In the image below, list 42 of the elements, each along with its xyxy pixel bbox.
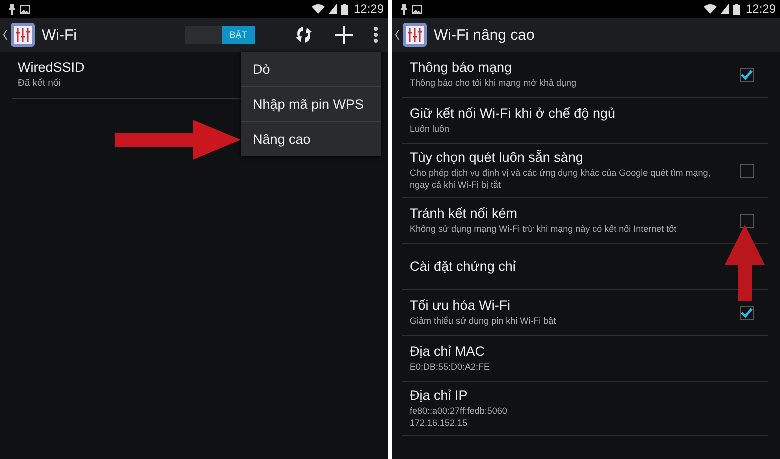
setting-summary: Cho phép dịch vụ định vị và các ứng dụng khác của Google quét tìm mạng, ngay cả khi Wi-Fi bị tắt xyxy=(410,167,712,191)
menu-item[interactable]: Nâng cao xyxy=(241,122,381,156)
battery-icon xyxy=(340,4,348,14)
checkbox[interactable] xyxy=(740,68,754,82)
wifi-icon xyxy=(704,4,717,14)
network-status: Đã kết nối xyxy=(18,78,61,89)
checkbox[interactable] xyxy=(740,306,754,320)
setting-summary: E0:DB:55:D0:A2:FE xyxy=(410,361,492,373)
status-time: 12:29 xyxy=(746,2,776,16)
setting-title[interactable]: Tối ưu hóa Wi-Fi xyxy=(410,298,511,313)
wifi-icon xyxy=(312,4,325,14)
signal-icon xyxy=(720,4,729,14)
setting-title[interactable]: Giữ kết nối Wi-Fi khi ở chế độ ngủ xyxy=(410,106,616,121)
menu-item[interactable]: Nhập mã pin WPS xyxy=(241,87,381,122)
screen-title: Wi-Fi nâng cao xyxy=(434,26,535,44)
setting-summary: Không sử dụng mạng Wi-Fi trừ khi mạng này có kết nối Internet tốt xyxy=(410,223,678,235)
setting-summary: Luôn luôn xyxy=(410,123,451,135)
add-icon[interactable] xyxy=(335,26,353,44)
battery-icon xyxy=(732,4,740,14)
screen-title: Wi-Fi xyxy=(42,26,77,44)
image-icon xyxy=(20,4,30,14)
setting-title[interactable]: Thông báo mạng xyxy=(410,60,512,75)
setting-title[interactable]: Tùy chọn quét luôn sẵn sàng xyxy=(410,150,584,165)
sync-icon[interactable] xyxy=(294,25,314,45)
back-icon[interactable] xyxy=(3,30,8,40)
setting-title[interactable]: Địa chỉ MAC xyxy=(410,344,486,359)
settings-app-icon[interactable] xyxy=(403,23,427,47)
setting-title[interactable]: Cài đặt chứng chỉ xyxy=(410,259,516,274)
setting-title[interactable]: Địa chỉ IP xyxy=(410,388,468,403)
image-icon xyxy=(412,4,422,14)
menu-item[interactable]: Dò xyxy=(241,52,381,87)
setting-summary: Thông báo cho tôi khi mạng mở khả dụng xyxy=(410,77,578,89)
overflow-menu-icon[interactable] xyxy=(374,27,378,43)
status-time: 12:29 xyxy=(354,2,384,16)
network-name[interactable]: WiredSSID xyxy=(18,60,85,75)
back-icon[interactable] xyxy=(395,30,400,40)
checkbox[interactable] xyxy=(740,164,754,178)
setting-summary: Giảm thiểu sử dụng pin khi Wi-Fi bật xyxy=(410,315,558,327)
settings-app-icon[interactable] xyxy=(11,23,35,47)
setting-summary: fe80::a00:27ff:fedb:5060 172.16.152.15 xyxy=(410,405,508,429)
setting-title[interactable]: Tránh kết nối kém xyxy=(410,206,518,221)
signal-icon xyxy=(328,4,337,14)
